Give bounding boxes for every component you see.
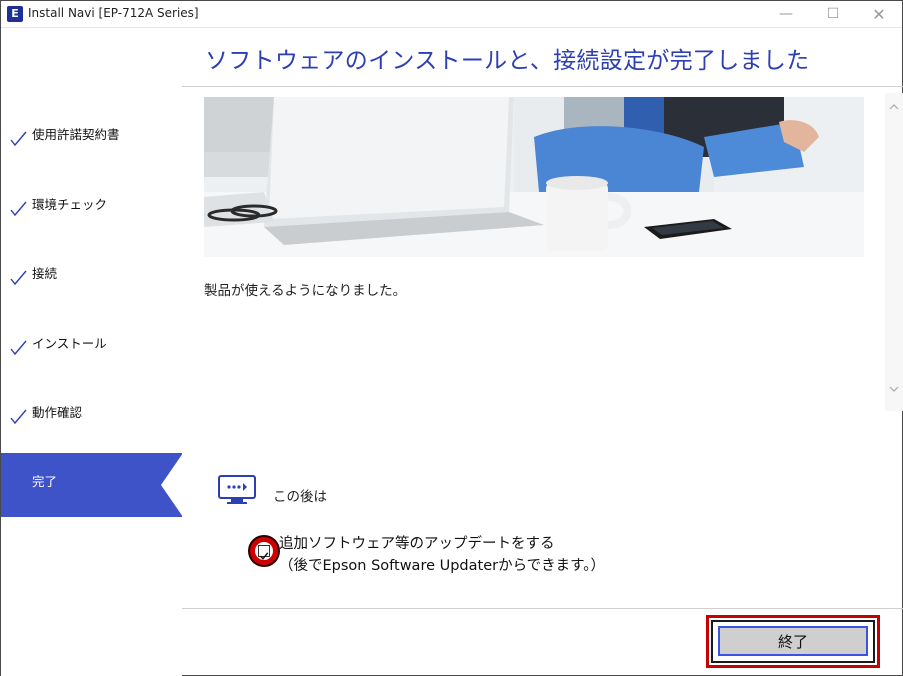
maximize-button[interactable]: ☐ [810,1,856,28]
page-title: ソフトウェアのインストールと、接続設定が完了しました [205,48,810,74]
minimize-button[interactable]: — [763,1,809,28]
window-title: Install Navi [EP-712A Series] [28,6,199,20]
update-option-label[interactable]: 追加ソフトウェア等のアップデートをする [279,532,555,553]
step-label: 接続 [32,266,58,281]
check-icon [10,270,27,286]
header-divider [182,86,903,87]
step-label: 完了 [32,474,58,489]
step-label: 使用許諾契約書 [32,127,120,142]
step-environment-check: 環境チェック [1,188,182,228]
finish-button-highlight: 終了 [706,615,880,668]
after-section-label: この後は [273,489,327,505]
update-checkbox[interactable] [258,545,270,560]
step-connection: 接続 [1,257,182,297]
active-step-notch [161,453,183,517]
check-icon [10,201,27,217]
check-icon [10,409,27,425]
checkmark-icon [259,552,269,560]
step-install: インストール [1,327,182,367]
completion-message: 製品が使えるようになりました。 [204,283,407,299]
step-sidebar: 使用許諾契約書 環境チェック 接続 インストール 動作確認 完了 [1,28,183,676]
title-bar: E Install Navi [EP-712A Series] — ☐ ✕ [1,1,902,28]
finish-button[interactable]: 終了 [718,626,868,656]
update-checkbox-wrap[interactable] [255,542,273,560]
step-license: 使用許諾契約書 [1,118,182,158]
update-option-note: （後でEpson Software Updaterからできます。） [279,558,605,574]
update-checkbox-highlight[interactable] [248,535,280,567]
scroll-down-icon[interactable] [888,383,900,395]
scroll-up-icon[interactable] [888,101,900,113]
app-icon: E [7,6,23,22]
step-operation-check: 動作確認 [1,396,182,436]
content-scrollbar[interactable] [885,93,903,411]
install-navi-window: E Install Navi [EP-712A Series] — ☐ ✕ 使用… [0,0,903,676]
check-icon [10,340,27,356]
hero-image [204,97,864,257]
footer-divider [182,608,903,609]
close-button[interactable]: ✕ [856,1,902,28]
step-label: インストール [32,336,107,351]
monitor-next-icon [218,475,256,504]
step-complete: 完了 [1,453,183,517]
step-label: 環境チェック [32,197,108,212]
check-icon [10,131,27,147]
step-label: 動作確認 [32,405,83,420]
